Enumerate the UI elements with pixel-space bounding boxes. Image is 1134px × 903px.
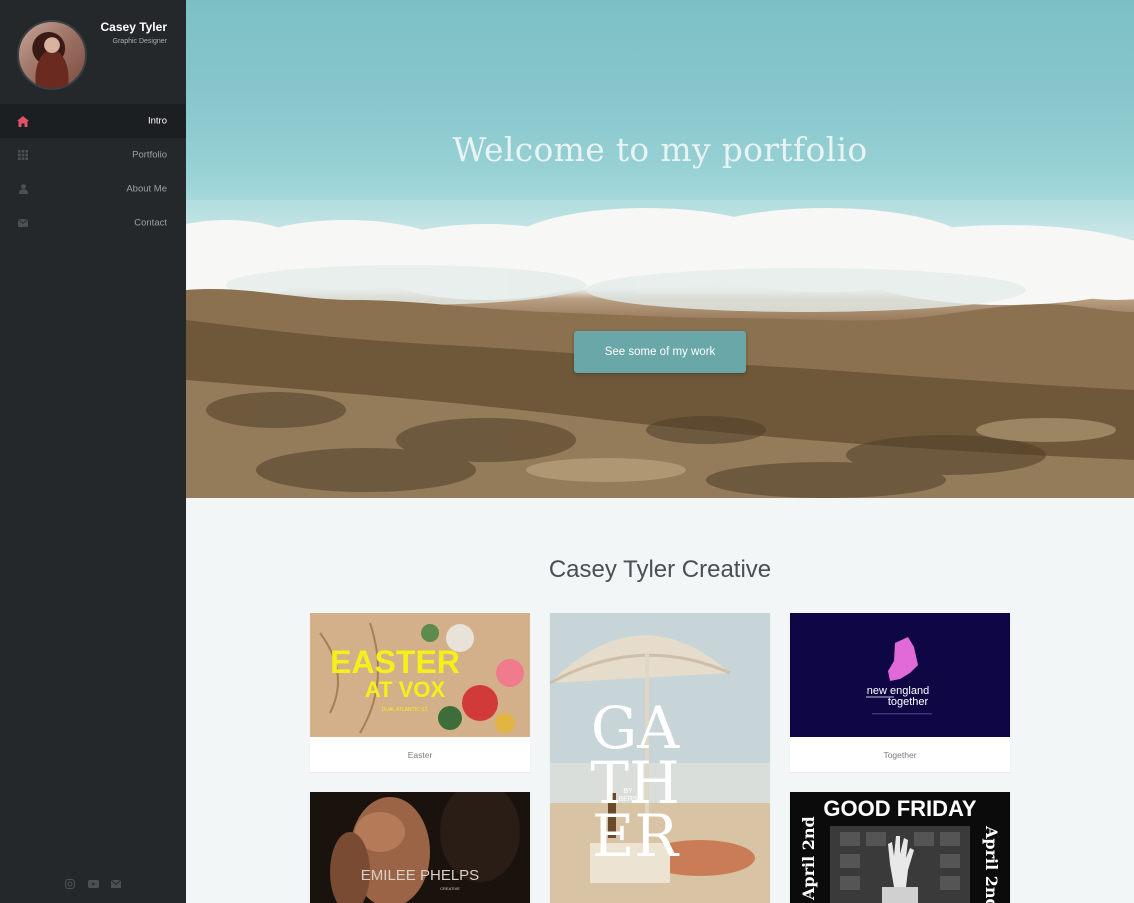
nav-label-intro: Intro <box>147 115 167 127</box>
emilee-art-line-2: CREATIVE <box>440 886 460 891</box>
nav-label-about-me: About Me <box>126 183 167 195</box>
good-friday-art-line-3: April 2nd <box>982 825 1001 903</box>
portfolio-title: Casey Tyler Creative <box>548 556 772 583</box>
gather-art-line-4: BY <box>623 788 633 795</box>
portfolio-card-gather[interactable]: GA TH ER BY BERS <box>550 613 770 903</box>
grid-icon <box>17 149 29 161</box>
gather-art-line-5: BERS <box>618 796 637 803</box>
together-art-line-2: together <box>888 696 929 708</box>
easter-art-line-2: AT VOX <box>365 677 446 702</box>
portfolio-card-good-friday[interactable]: GOOD FRIDAY April 2nd April 2nd <box>790 792 1010 903</box>
avatar <box>17 20 87 90</box>
card-caption-easter: Easter <box>407 749 433 760</box>
profile-role: Graphic Designer <box>112 38 167 45</box>
instagram-icon[interactable] <box>65 878 76 889</box>
nav-label-portfolio: Portfolio <box>132 149 167 161</box>
portfolio-card-emilee-phelps[interactable]: EMILEE PHELPS CREATIVE <box>310 792 530 903</box>
emilee-phelps-thumbnail: EMILEE PHELPS CREATIVE <box>310 792 530 903</box>
sidebar: Casey Tyler Graphic Designer Intro Portf… <box>0 0 186 903</box>
hero-landscape-image <box>186 200 1134 498</box>
good-friday-thumbnail: GOOD FRIDAY April 2nd April 2nd <box>790 792 1010 903</box>
hero-banner: Welcome to my portfolio See some of my w… <box>186 0 1134 498</box>
together-thumbnail: new england together <box>790 613 1010 737</box>
good-friday-art-line-2: April 2nd <box>799 816 818 901</box>
profile: Casey Tyler Graphic Designer <box>0 0 186 104</box>
youtube-icon[interactable] <box>87 878 99 889</box>
gather-art-line-3: ER <box>592 802 680 870</box>
nav-item-intro[interactable]: Intro <box>0 104 186 138</box>
sidebar-nav: Intro Portfolio About Me Contact <box>0 104 186 240</box>
card-caption-together: Together <box>883 749 917 760</box>
gather-thumbnail: GA TH ER BY BERS <box>550 613 770 903</box>
nav-item-portfolio[interactable]: Portfolio <box>0 138 186 172</box>
see-work-button[interactable]: See some of my work <box>574 331 746 373</box>
envelope-icon <box>17 217 29 229</box>
envelope-icon[interactable] <box>111 878 122 889</box>
home-icon <box>17 115 29 127</box>
portfolio-card-easter[interactable]: EASTER AT VOX DUAL ATLANTIC ST. Easter <box>310 613 530 772</box>
nav-label-contact: Contact <box>134 217 167 229</box>
hero-title: Welcome to my portfolio <box>452 130 868 169</box>
portfolio-card-together[interactable]: new england together Together <box>790 613 1010 772</box>
easter-art-line-1: EASTER <box>330 644 460 680</box>
emilee-art-line-1: EMILEE PHELPS <box>361 867 479 884</box>
easter-thumbnail: EASTER AT VOX DUAL ATLANTIC ST. <box>310 613 530 737</box>
nav-item-about-me[interactable]: About Me <box>0 172 186 206</box>
nav-item-contact[interactable]: Contact <box>0 206 186 240</box>
easter-art-line-3: DUAL ATLANTIC ST. <box>382 707 429 713</box>
social-links <box>0 878 186 889</box>
good-friday-art-line-1: GOOD FRIDAY <box>823 796 977 821</box>
user-icon <box>17 183 29 195</box>
profile-name: Casey Tyler <box>100 20 168 34</box>
